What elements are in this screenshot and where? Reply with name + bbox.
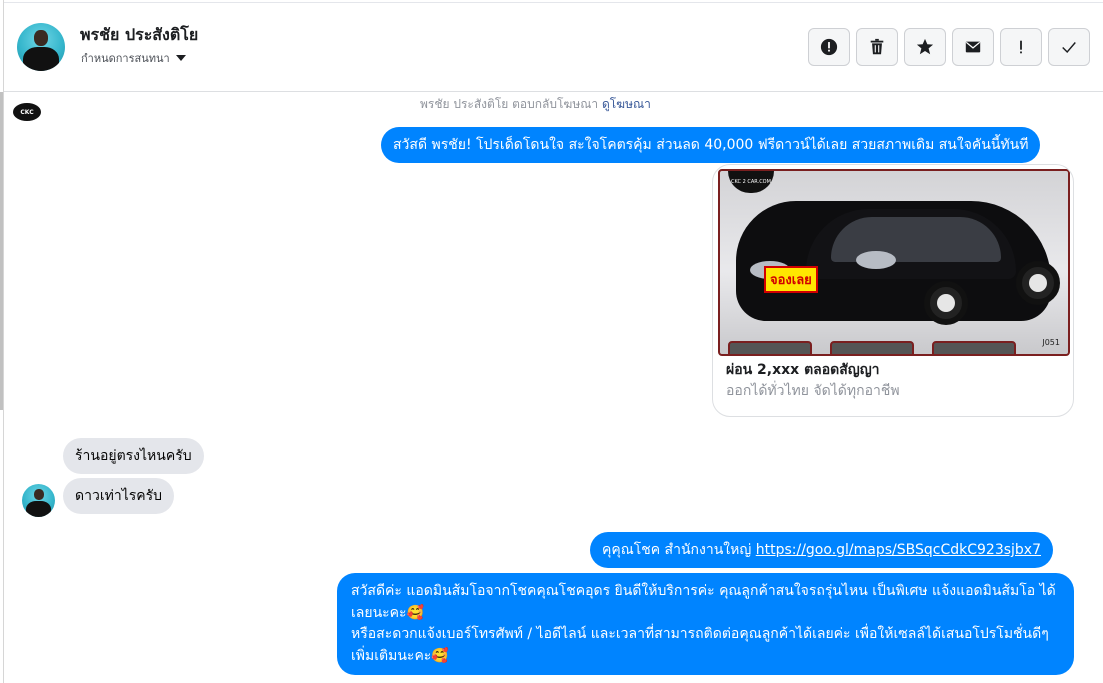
trash-icon xyxy=(870,38,884,55)
message-line: หรือสะดวกแจ้งเบอร์โทรศัพท์ / ไอดีไลน์ แล… xyxy=(351,626,1049,664)
thumbnail xyxy=(830,341,914,354)
ad-subtitle: ออกได้ทั่วไทย จัดได้ทุกอาชีพ xyxy=(726,383,900,399)
link-prefix: คุคุณโชค สำนักงานใหญ่ xyxy=(602,542,756,558)
thumbnail-strip xyxy=(728,341,1016,354)
reserve-badge: จองเลย xyxy=(764,266,818,293)
exclamation-icon xyxy=(1020,40,1022,54)
maps-link[interactable]: https://goo.gl/maps/SBSqcCdkC923sjbx7 xyxy=(756,542,1041,558)
car-illustration xyxy=(736,201,1060,325)
dealer-logo: CKC 2 CAR.COM xyxy=(728,171,774,193)
ad-title: ผ่อน 2,xxx ตลอดสัญญา xyxy=(726,362,880,378)
messenger-inbox: พรชัย ประสังติโย กำหนดการสนทนา พรชัย ประ… xyxy=(0,0,1103,683)
outgoing-message-link[interactable]: คุคุณโชค สำนักงานใหญ่ https://goo.gl/map… xyxy=(590,532,1053,568)
left-divider xyxy=(3,0,4,683)
contact-avatar[interactable] xyxy=(17,23,65,71)
schedule-dropdown-label: กำหนดการสนทนา xyxy=(81,52,170,65)
ad-code: J051 xyxy=(1042,338,1060,347)
scrollbar[interactable] xyxy=(0,92,3,410)
follow-up-button[interactable] xyxy=(1000,28,1042,66)
message-line: สวัสดีค่ะ แอดมินส้มโอจากโชคคุณโชคอุดร ยิ… xyxy=(351,583,1056,621)
conversation-actions xyxy=(808,28,1090,66)
page-avatar: CKC xyxy=(13,103,41,121)
done-button[interactable] xyxy=(1048,28,1090,66)
outgoing-message[interactable]: สวัสดี พรชัย! โปรเด็ดโดนใจ สะใจโคตรคุ้ม … xyxy=(381,127,1041,163)
star-button[interactable] xyxy=(904,28,946,66)
incoming-message[interactable]: ร้านอยู่ตรงไหนครับ xyxy=(63,438,204,474)
thumbnail xyxy=(932,341,1016,354)
ad-car-image: CKC 2 CAR.COM จองเลย J051 xyxy=(718,169,1070,356)
incoming-message[interactable]: ดาวเท่าไรครับ xyxy=(63,478,175,514)
contact-avatar-small[interactable] xyxy=(22,484,55,517)
ad-reply-note: พรชัย ประสังติโย ตอบกลับโฆษณา ดูโฆษณา xyxy=(420,95,651,114)
envelope-icon xyxy=(965,41,981,53)
ad-card[interactable]: CKC 2 CAR.COM จองเลย J051 ผ่อน 2,xxx ตลอ… xyxy=(712,164,1074,417)
ad-reply-text: พรชัย ประสังติโย ตอบกลับโฆษณา xyxy=(420,97,599,111)
outgoing-message[interactable]: สวัสดีค่ะ แอดมินส้มโอจากโชคคุณโชคอุดร ยิ… xyxy=(337,573,1074,675)
view-ad-link[interactable]: ดูโฆษณา xyxy=(602,97,651,111)
thumbnail xyxy=(728,341,812,354)
caret-down-icon xyxy=(175,55,186,61)
contact-name[interactable]: พรชัย ประสังติโย xyxy=(80,23,198,48)
star-icon xyxy=(916,38,934,55)
delete-button[interactable] xyxy=(856,28,898,66)
mark-unread-button[interactable] xyxy=(952,28,994,66)
alert-circle-icon xyxy=(820,38,838,56)
report-button[interactable] xyxy=(808,28,850,66)
conversation-header: พรชัย ประสังติโย กำหนดการสนทนา xyxy=(4,2,1103,92)
checkmark-icon xyxy=(1062,42,1076,54)
schedule-dropdown[interactable]: กำหนดการสนทนา xyxy=(81,49,186,67)
